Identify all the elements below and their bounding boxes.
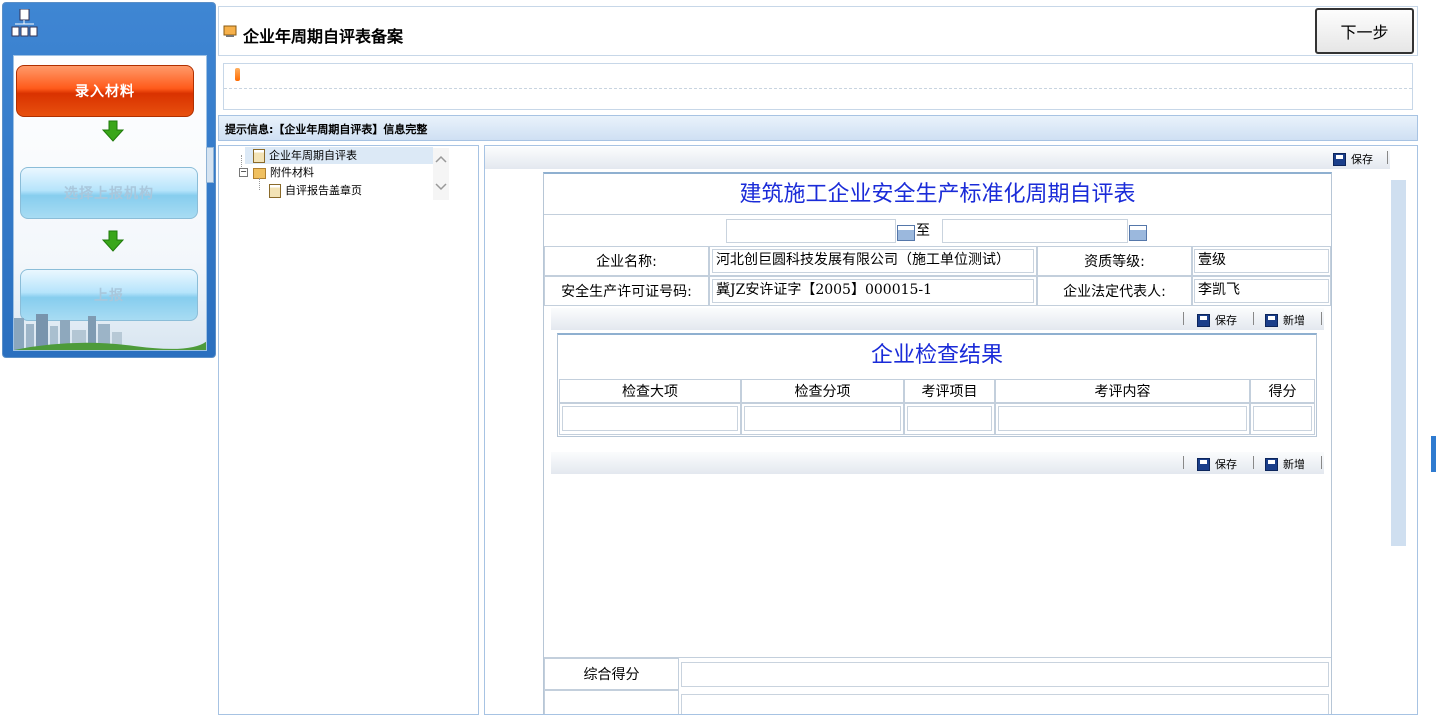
divider	[224, 88, 1412, 89]
top-toolbar: 保存	[485, 147, 1390, 169]
eval-content-input[interactable]	[998, 406, 1247, 431]
toolbar-separator	[1183, 456, 1184, 469]
hint-message-bar: 提示信息:【企业年周期自评表】信息完整	[218, 115, 1418, 141]
panel-header-icon	[11, 8, 39, 41]
collapse-toggle-icon[interactable]: −	[239, 168, 248, 177]
license-input[interactable]: 冀JZ安许证字【2005】000015-1	[712, 279, 1034, 303]
tree-item-stamp-page[interactable]: 自评报告盖章页	[269, 182, 362, 199]
score-input[interactable]	[1253, 406, 1312, 431]
col-header-eval-content: 考评内容	[995, 379, 1250, 403]
arrow-down-icon	[101, 230, 125, 252]
check-toolbar: 保存 新增	[551, 308, 1324, 330]
add-icon	[1265, 457, 1278, 471]
col-header-major-item: 检查大项	[559, 379, 741, 403]
arrow-down-icon	[101, 120, 125, 142]
tree-item-self-eval[interactable]: 企业年周期自评表	[253, 147, 357, 164]
sub-item-input[interactable]	[744, 406, 901, 431]
start-date-input[interactable]	[726, 219, 896, 243]
legal-rep-label: 企业法定代表人:	[1037, 276, 1192, 306]
tree-item-label: 自评报告盖章页	[285, 184, 362, 197]
col-header-sub-item: 检查分项	[741, 379, 904, 403]
save-label: 保存	[1215, 314, 1237, 327]
step-enter-materials[interactable]: 录入材料	[16, 65, 194, 117]
page-header: 企业年周期自评表备案 下一步	[218, 6, 1418, 56]
right-edge-handle[interactable]	[1431, 436, 1436, 472]
page-title-icon	[223, 25, 237, 38]
toolbar-separator	[1321, 312, 1322, 325]
col-header-score: 得分	[1250, 379, 1315, 403]
total-score-input[interactable]	[681, 662, 1329, 687]
form-scrollbar[interactable]	[1391, 180, 1406, 546]
qualification-label: 资质等级:	[1037, 246, 1192, 276]
check-results-title: 企业检查结果	[870, 343, 1003, 368]
form-panel: 保存 建筑施工企业安全生产标准化周期自评表 至 企业名称: 河北创巨圆科技发展有…	[484, 145, 1418, 715]
legal-rep-input[interactable]: 李凯飞	[1194, 279, 1329, 303]
remarks-label	[544, 690, 679, 714]
tree-item-label: 企业年周期自评表	[269, 149, 357, 162]
workflow-steps: 录入材料 选择上报机构 上报	[13, 55, 207, 351]
toolbar-separator	[1387, 151, 1388, 164]
section-add-button[interactable]: 新增	[1265, 456, 1305, 472]
calendar-icon[interactable]	[1129, 225, 1147, 241]
folder-icon	[253, 167, 266, 179]
document-icon	[253, 149, 265, 163]
progress-area	[223, 63, 1413, 110]
license-label: 安全生产许可证号码:	[544, 276, 709, 306]
tree-guide-line	[259, 178, 260, 190]
next-step-button[interactable]: 下一步	[1315, 8, 1414, 54]
check-save-button[interactable]: 保存	[1197, 312, 1237, 328]
save-icon	[1333, 152, 1346, 166]
material-tree: 企业年周期自评表 − 附件材料 自评报告盖章页	[218, 145, 479, 715]
end-date-input[interactable]	[942, 219, 1128, 243]
total-score-label: 综合得分	[544, 658, 679, 690]
company-name-input[interactable]: 河北创巨圆科技发展有限公司（施工单位测试）	[712, 249, 1034, 273]
add-label: 新增	[1283, 458, 1305, 471]
add-label: 新增	[1283, 314, 1305, 327]
company-name-label: 企业名称:	[544, 246, 709, 276]
form-title: 建筑施工企业安全生产标准化周期自评表	[739, 182, 1136, 207]
major-item-input[interactable]	[562, 406, 738, 431]
toolbar-separator	[1321, 456, 1322, 469]
page-title: 企业年周期自评表备案	[243, 27, 404, 46]
check-add-button[interactable]: 新增	[1265, 312, 1305, 328]
save-label: 保存	[1215, 458, 1237, 471]
workflow-panel: 录入材料 选择上报机构 上报	[2, 2, 216, 358]
collapse-handle[interactable]	[206, 147, 214, 183]
tree-scrollbar[interactable]	[433, 148, 449, 200]
toolbar-separator	[1253, 456, 1254, 469]
save-icon	[1197, 313, 1210, 327]
remarks-input[interactable]	[681, 694, 1329, 714]
save-icon	[1197, 457, 1210, 471]
toolbar-separator	[1183, 312, 1184, 325]
progress-marker	[235, 68, 240, 81]
qualification-input[interactable]: 壹级	[1194, 249, 1329, 273]
save-button[interactable]: 保存	[1333, 151, 1373, 167]
step-select-agency[interactable]: 选择上报机构	[20, 167, 198, 219]
calendar-icon[interactable]	[897, 225, 915, 241]
toolbar-separator	[1253, 312, 1254, 325]
col-header-eval-item: 考评项目	[904, 379, 995, 403]
section-toolbar: 保存 新增	[551, 452, 1324, 474]
tree-item-attachments[interactable]: 附件材料	[253, 164, 314, 181]
document-icon	[269, 184, 281, 198]
add-icon	[1265, 313, 1278, 327]
eval-item-input[interactable]	[907, 406, 992, 431]
date-separator: 至	[916, 223, 930, 239]
city-skyline-illustration	[14, 314, 206, 350]
divider	[544, 214, 1331, 215]
section-save-button[interactable]: 保存	[1197, 456, 1237, 472]
save-label: 保存	[1351, 153, 1373, 166]
tree-item-label: 附件材料	[270, 166, 314, 179]
